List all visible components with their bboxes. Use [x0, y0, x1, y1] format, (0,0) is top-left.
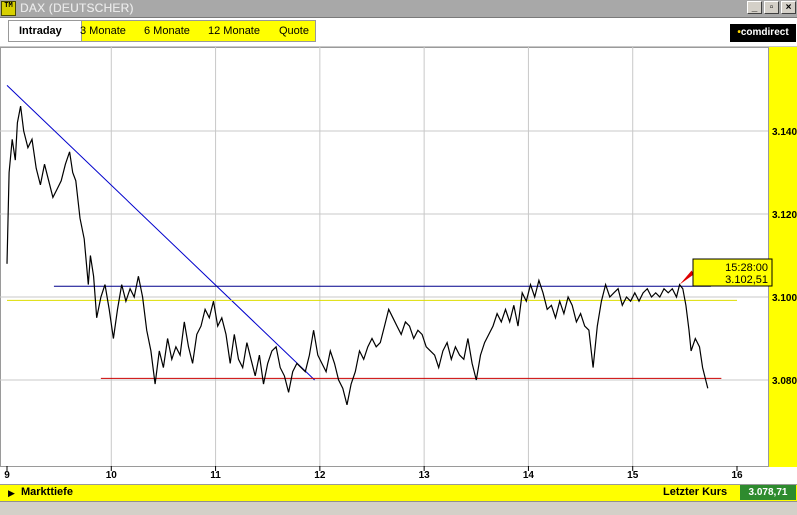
x-tick-label: 11: [210, 470, 221, 481]
y-tick-label: 3.100: [772, 293, 797, 304]
comdirect-logo-text: comdirect: [740, 27, 789, 38]
tab-3-monate[interactable]: 3 Monate: [80, 21, 126, 41]
y-tick-label: 3.080: [772, 376, 797, 387]
x-tick-label: 16: [731, 470, 743, 481]
expand-arrow-icon[interactable]: ▶: [8, 488, 15, 499]
x-tick-label: 10: [106, 470, 118, 481]
period-tabs: Intraday 3 Monate 6 Monate 12 Monate Quo…: [8, 20, 316, 42]
last-price-label: Letzter Kurs: [663, 486, 728, 498]
tab-quote[interactable]: Quote: [279, 21, 309, 41]
callout-time: 15:28:00: [725, 262, 768, 274]
tab-12-monate[interactable]: 12 Monate: [208, 21, 260, 41]
y-tick-label: 3.140: [772, 127, 797, 138]
x-tick-label: 12: [314, 470, 326, 481]
plot-frame: [0, 47, 769, 467]
x-tick-label: 14: [523, 470, 535, 481]
comdirect-logo: •comdirect: [730, 24, 796, 42]
bottom-bar: ▶ Markttiefe Letzter Kurs 3.078,71: [0, 484, 797, 501]
x-tick-label: 13: [419, 470, 431, 481]
intraday-chart: 9 10 11 12 13 14 15 16 3.080 3.100 3.120 3.140 15:28…: [0, 47, 797, 481]
restore-button[interactable]: ▫: [764, 1, 779, 14]
x-tick-label: 15: [627, 470, 639, 481]
last-price-value: 3.078,71: [740, 485, 796, 500]
window-titlebar: TM DAX (DEUTSCHER) _ ▫ ×: [0, 0, 797, 18]
x-tick-label: 9: [4, 470, 10, 481]
callout-price: 3.102,51: [725, 274, 768, 286]
period-tabbar: Intraday 3 Monate 6 Monate 12 Monate Quo…: [0, 18, 797, 47]
tab-intraday[interactable]: Intraday: [9, 21, 82, 41]
status-bar: [0, 501, 797, 515]
markttiefe-label[interactable]: Markttiefe: [21, 486, 73, 498]
tab-6-monate[interactable]: 6 Monate: [144, 21, 190, 41]
y-tick-label: 3.120: [772, 210, 797, 221]
window-title: DAX (DEUTSCHER): [20, 1, 134, 15]
minimize-button[interactable]: _: [747, 1, 762, 14]
close-button[interactable]: ×: [781, 1, 796, 14]
app-icon[interactable]: TM: [1, 1, 16, 16]
